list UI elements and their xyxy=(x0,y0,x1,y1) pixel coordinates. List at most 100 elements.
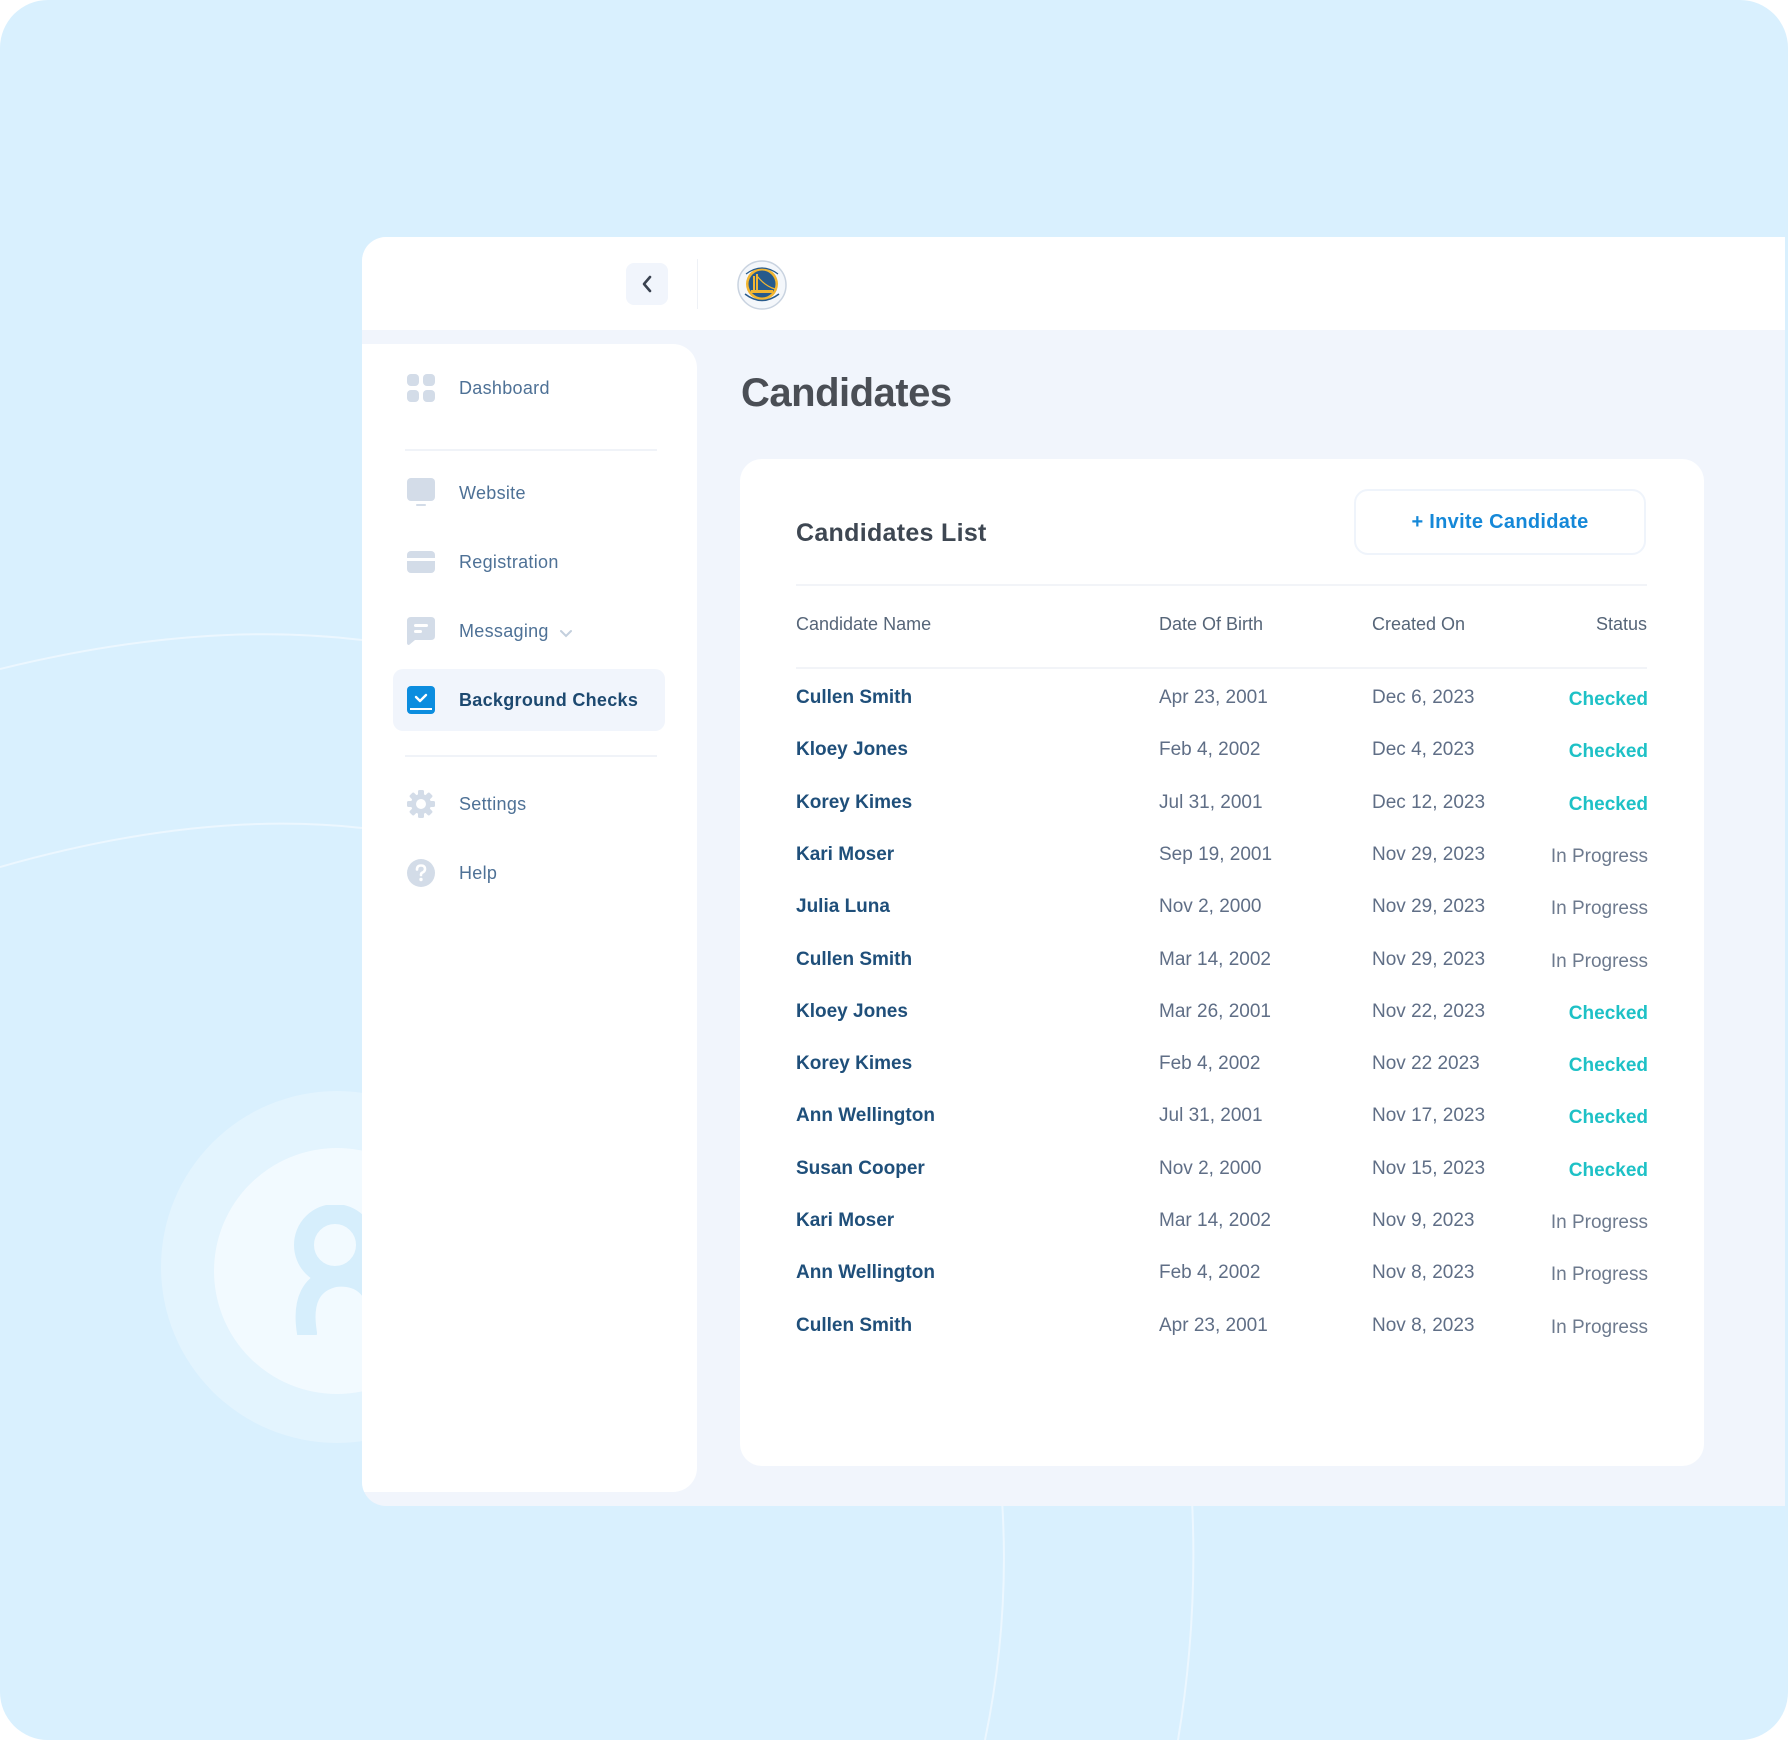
status-badge: In Progress xyxy=(1550,1212,1648,1233)
table-row[interactable]: Ann Wellington Feb 4, 2002 Nov 8, 2023 In P… xyxy=(740,1260,1704,1312)
status-badge: Checked xyxy=(1568,689,1648,710)
top-bar xyxy=(362,237,1785,330)
table-row[interactable]: Ann Wellington Jul 31, 2001 Nov 17, 2023 Ch… xyxy=(740,1103,1704,1155)
background-canvas: Dashboard Website Registration Messaging… xyxy=(0,0,1788,1740)
date-of-birth: Jul 31, 2001 xyxy=(1159,1105,1263,1127)
sidebar-item-settings[interactable]: Settings xyxy=(393,773,665,835)
date-of-birth: Mar 26, 2001 xyxy=(1159,1000,1271,1022)
sidebar-item-messaging[interactable]: Messaging xyxy=(393,600,665,662)
created-on: Dec 4, 2023 xyxy=(1372,739,1475,761)
created-on: Dec 12, 2023 xyxy=(1372,791,1486,813)
created-on: Nov 9, 2023 xyxy=(1372,1210,1475,1231)
created-on: Dec 6, 2023 xyxy=(1372,687,1475,708)
help-circle-icon xyxy=(407,859,435,887)
column-header-dob[interactable]: Date Of Birth xyxy=(1159,614,1263,635)
status-badge: Checked xyxy=(1568,741,1648,763)
card-title: Candidates List xyxy=(796,519,987,547)
date-of-birth: Feb 4, 2002 xyxy=(1159,1262,1261,1284)
candidate-name[interactable]: Ann Wellington xyxy=(796,1260,935,1286)
date-of-birth: Feb 4, 2002 xyxy=(1159,739,1261,761)
status-badge: Checked xyxy=(1568,1107,1648,1129)
candidate-name[interactable]: Kloey Jones xyxy=(796,999,908,1025)
table-row[interactable]: Kloey Jones Mar 26, 2001 Nov 22, 2023 Check… xyxy=(740,999,1704,1051)
created-on: Nov 8, 2023 xyxy=(1372,1314,1475,1336)
created-on: Nov 22 2023 xyxy=(1372,1053,1480,1075)
table-row[interactable]: Korey Kimes Jul 31, 2001 Dec 12, 2023 Check… xyxy=(740,790,1704,842)
chevron-left-icon xyxy=(642,275,652,293)
candidate-name[interactable]: Kloey Jones xyxy=(796,737,908,763)
sidebar: Dashboard Website Registration Messaging… xyxy=(362,344,697,1492)
candidate-name[interactable]: Ann Wellington xyxy=(796,1103,935,1129)
created-on: Nov 8, 2023 xyxy=(1372,1262,1475,1284)
sidebar-item-registration[interactable]: Registration xyxy=(393,531,665,593)
checklist-icon xyxy=(407,686,435,714)
gear-icon xyxy=(407,790,435,818)
candidate-name[interactable]: Kari Moser xyxy=(796,842,894,868)
date-of-birth: Sep 19, 2001 xyxy=(1159,843,1273,865)
chevron-down-icon[interactable] xyxy=(559,629,573,638)
table-row[interactable]: Cullen Smith Apr 23, 2001 Nov 8, 2023 In Pr… xyxy=(740,1313,1704,1365)
topbar-divider xyxy=(697,259,698,309)
date-of-birth: Nov 2, 2000 xyxy=(1159,896,1262,918)
status-badge: In Progress xyxy=(1550,845,1648,867)
table-row[interactable]: Kloey Jones Feb 4, 2002 Dec 4, 2023 Checked xyxy=(740,737,1704,789)
chat-icon xyxy=(407,617,435,645)
status-badge: Checked xyxy=(1568,1002,1648,1024)
table-divider-header xyxy=(796,667,1647,669)
candidate-name[interactable]: Susan Cooper xyxy=(796,1156,925,1182)
date-of-birth: Feb 4, 2002 xyxy=(1159,1053,1261,1075)
candidate-name[interactable]: Cullen Smith xyxy=(796,947,912,973)
date-of-birth: Apr 23, 2001 xyxy=(1159,687,1268,708)
created-on: Nov 15, 2023 xyxy=(1372,1157,1486,1179)
invite-candidate-button[interactable]: + Invite Candidate xyxy=(1354,489,1646,555)
candidate-name[interactable]: Cullen Smith xyxy=(796,1313,912,1339)
candidate-name[interactable]: Korey Kimes xyxy=(796,1051,912,1077)
sidebar-item-label: Registration xyxy=(459,551,559,572)
status-badge: Checked xyxy=(1568,1159,1648,1181)
created-on: Nov 17, 2023 xyxy=(1372,1105,1486,1127)
created-on: Nov 29, 2023 xyxy=(1372,843,1486,865)
date-of-birth: Jul 31, 2001 xyxy=(1159,791,1263,813)
sidebar-item-label: Website xyxy=(459,482,526,503)
table-row[interactable]: Julia Luna Nov 2, 2000 Nov 29, 2023 In Prog… xyxy=(740,894,1704,946)
sidebar-item-dashboard[interactable]: Dashboard xyxy=(393,357,665,419)
created-on: Nov 29, 2023 xyxy=(1372,896,1486,918)
sidebar-item-background-checks[interactable]: Background Checks xyxy=(393,669,665,731)
page-title: Candidates xyxy=(741,371,952,415)
sidebar-item-website[interactable]: Website xyxy=(393,462,665,524)
team-logo[interactable] xyxy=(737,260,787,310)
sidebar-item-label: Dashboard xyxy=(459,377,550,398)
table-row[interactable]: Kari Moser Sep 19, 2001 Nov 29, 2023 In Pro… xyxy=(740,842,1704,894)
sidebar-item-label: Settings xyxy=(459,793,527,814)
table-row[interactable]: Cullen Smith Mar 14, 2002 Nov 29, 2023 In P… xyxy=(740,947,1704,999)
sidebar-item-label: Help xyxy=(459,862,498,883)
date-of-birth: Nov 2, 2000 xyxy=(1159,1157,1262,1179)
sidebar-item-label: Messaging xyxy=(459,620,549,641)
created-on: Nov 29, 2023 xyxy=(1372,948,1486,970)
status-badge: In Progress xyxy=(1550,1264,1648,1286)
sidebar-item-label: Background Checks xyxy=(459,689,639,710)
collapse-sidebar-button[interactable] xyxy=(626,263,668,305)
column-header-status[interactable]: Status xyxy=(1596,614,1647,635)
column-header-name[interactable]: Candidate Name xyxy=(796,614,931,635)
candidate-name[interactable]: Julia Luna xyxy=(796,894,890,920)
table-row[interactable]: Cullen Smith Apr 23, 2001 Dec 6, 2023 Check… xyxy=(740,685,1704,737)
candidate-name[interactable]: Kari Moser xyxy=(796,1208,894,1234)
sidebar-divider xyxy=(405,449,657,451)
app-window: Dashboard Website Registration Messaging… xyxy=(362,237,1785,1506)
table-row[interactable]: Kari Moser Mar 14, 2002 Nov 9, 2023 In Prog… xyxy=(740,1208,1704,1260)
table-divider-top xyxy=(796,584,1647,586)
sidebar-item-help[interactable]: Help xyxy=(393,842,665,904)
status-badge: In Progress xyxy=(1550,950,1648,972)
date-of-birth: Apr 23, 2001 xyxy=(1159,1314,1268,1336)
status-badge: Checked xyxy=(1568,793,1648,815)
card-icon xyxy=(407,548,435,576)
sidebar-divider xyxy=(405,755,657,757)
table-row[interactable]: Susan Cooper Nov 2, 2000 Nov 15, 2023 Check… xyxy=(740,1156,1704,1208)
table-row[interactable]: Korey Kimes Feb 4, 2002 Nov 22 2023 Checked xyxy=(740,1051,1704,1103)
candidate-name[interactable]: Korey Kimes xyxy=(796,790,912,816)
column-header-created[interactable]: Created On xyxy=(1372,614,1465,635)
created-on: Nov 22, 2023 xyxy=(1372,1000,1486,1022)
candidate-name[interactable]: Cullen Smith xyxy=(796,685,912,711)
candidates-card: Candidates List + Invite Candidate Candi… xyxy=(740,459,1704,1466)
